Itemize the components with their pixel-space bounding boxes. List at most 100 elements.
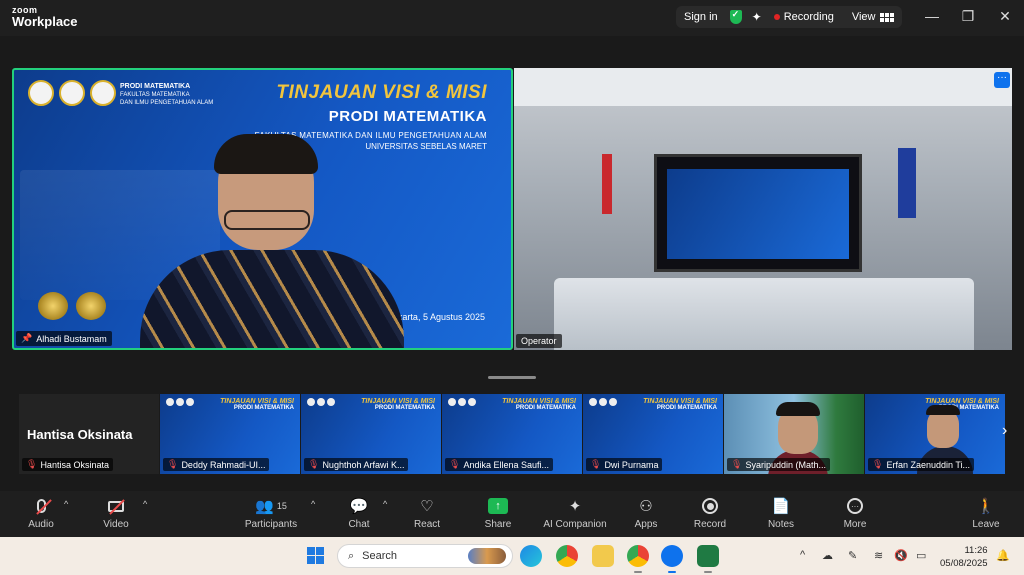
- leave-button[interactable]: 🚶 Leave: [951, 495, 1021, 530]
- file-explorer-icon[interactable]: [592, 545, 614, 567]
- participant-thumbnail[interactable]: TINJAUAN VISI & MISI PRODI MATEMATIKA 🎙 An…: [442, 394, 582, 474]
- speaker-glasses: [224, 210, 310, 230]
- participant-thumbnail[interactable]: Hantisa Oksinata 🎙 Hantisa Oksinata: [19, 394, 159, 474]
- close-button[interactable]: ✕: [995, 8, 1015, 25]
- audio-options-caret[interactable]: ^: [64, 499, 68, 509]
- wifi-icon[interactable]: ≋: [874, 549, 883, 562]
- sign-in-button[interactable]: Sign in: [684, 11, 730, 23]
- participant-strip: Hantisa Oksinata 🎙 Hantisa Oksinata TINJA…: [19, 394, 1005, 474]
- excel-icon[interactable]: [697, 545, 719, 567]
- chrome-icon[interactable]: [556, 545, 578, 567]
- blue-flag: [898, 148, 916, 218]
- chrome-profile-icon[interactable]: [627, 545, 649, 567]
- mic-off-icon: 🎙: [167, 459, 179, 469]
- slide-org-line-2: FAKULTAS MATEMATIKA: [120, 91, 190, 98]
- notifications-icon[interactable]: 🔔: [996, 549, 1010, 562]
- more-button[interactable]: ··· More: [820, 495, 890, 530]
- mini-title-a: TINJAUAN VISI & MISI: [643, 398, 717, 405]
- thumbnail-name-tag: 🎙 Deddy Rahmadi-UI...: [163, 458, 270, 471]
- apps-button[interactable]: ⚇ Apps: [611, 495, 681, 530]
- slide-logos: [28, 80, 116, 106]
- battery-icon[interactable]: ▭: [916, 549, 926, 562]
- award-badges: [38, 292, 106, 320]
- tray-cloud-icon[interactable]: ☁: [822, 549, 833, 562]
- mini-slide-title: TINJAUAN VISI & MISI PRODI MATEMATIKA: [361, 398, 435, 411]
- speaker-hair: [214, 134, 318, 174]
- view-button[interactable]: View: [852, 11, 894, 23]
- tray-overflow-icon[interactable]: ^: [800, 549, 805, 561]
- resize-handle[interactable]: [488, 376, 536, 379]
- taskbar-clock[interactable]: 11:26 05/08/2025: [940, 544, 988, 570]
- tile-more-button[interactable]: ···: [994, 72, 1010, 88]
- mic-off-icon: 🎙: [449, 459, 461, 469]
- participants-options-caret[interactable]: ^: [311, 499, 315, 509]
- ai-companion-button[interactable]: ✦ AI Companion: [540, 495, 610, 530]
- zoom-taskbar-icon[interactable]: [661, 545, 683, 567]
- meeting-toolbar: Audio ^ Video ^ 👥 15 Participants ^ 💬 Cha…: [0, 491, 1024, 537]
- zoom-logo: zoom Workplace: [12, 6, 78, 29]
- ai-sparkle-icon[interactable]: ✦: [752, 10, 762, 24]
- active-speaker-tile[interactable]: PRODI MATEMATIKA FAKULTAS MATEMATIKA DAN…: [12, 68, 513, 350]
- logo-line-2: Workplace: [12, 14, 78, 29]
- slide-org-name: PRODI MATEMATIKA: [120, 83, 191, 90]
- more-label: More: [843, 519, 867, 530]
- leave-label: Leave: [972, 519, 1000, 530]
- thumbnail-name-tag: 🎙 Syaripuddin (Math...: [727, 458, 830, 471]
- participant-name: Operator: [521, 336, 557, 346]
- taskbar-search[interactable]: ⌕ Search: [337, 544, 513, 568]
- volume-muted-icon[interactable]: 🔇: [894, 549, 908, 562]
- edge-icon[interactable]: [520, 545, 542, 567]
- thumbnail-name: Syaripuddin (Math...: [745, 459, 826, 470]
- chevron-right-icon[interactable]: ›: [1002, 422, 1007, 440]
- maximize-button[interactable]: ❐: [958, 8, 978, 25]
- apps-icon: ⚇: [639, 498, 653, 515]
- record-label: Record: [693, 519, 727, 530]
- participants-button[interactable]: 👥 15 Participants: [236, 495, 306, 530]
- encryption-shield-icon[interactable]: [729, 9, 742, 24]
- mic-off-icon: 🎙: [872, 459, 884, 469]
- notes-button[interactable]: 📄 Notes: [746, 495, 816, 530]
- search-label: Search: [362, 550, 398, 562]
- windows-start-icon[interactable]: [307, 547, 324, 564]
- participant-thumbnail[interactable]: 🎙 Syaripuddin (Math...: [724, 394, 864, 474]
- search-icon: ⌕: [348, 549, 355, 562]
- video-options-caret[interactable]: ^: [143, 499, 147, 509]
- mini-title-a: TINJAUAN VISI & MISI: [502, 398, 576, 405]
- video-button[interactable]: Video: [81, 495, 151, 530]
- participant-thumbnail[interactable]: TINJAUAN VISI & MISI PRODI MATEMATIKA 🎙 Er…: [865, 394, 1005, 474]
- minimize-button[interactable]: —: [922, 8, 942, 24]
- slide-program: PRODI MATEMATIKA: [328, 108, 487, 125]
- chat-options-caret[interactable]: ^: [383, 499, 387, 509]
- participants-label: Participants: [244, 519, 298, 530]
- tray-pen-icon[interactable]: ✎: [848, 549, 857, 562]
- thumbnail-name-tag: 🎙 Erfan Zaenuddin Ti...: [868, 458, 974, 471]
- ai-sparkle-icon: ✦: [568, 498, 582, 515]
- participant-hair: [926, 405, 960, 415]
- participant-hair: [776, 402, 820, 416]
- mini-logos: [307, 398, 335, 406]
- operator-tile[interactable]: ··· Operator: [514, 68, 1012, 350]
- thumbnail-name-tag: 🎙 Hantisa Oksinata: [22, 458, 113, 471]
- participant-thumbnail[interactable]: TINJAUAN VISI & MISI PRODI MATEMATIKA 🎙 De…: [160, 394, 300, 474]
- award-badge-icon: [38, 292, 68, 320]
- participant-thumbnail[interactable]: TINJAUAN VISI & MISI PRODI MATEMATIKA 🎙 Nu…: [301, 394, 441, 474]
- participants-icon: 👥: [255, 498, 274, 515]
- mini-logos: [448, 398, 476, 406]
- record-button[interactable]: Record: [675, 495, 745, 530]
- mic-off-icon: 🎙: [590, 459, 602, 469]
- react-button[interactable]: ♡ React: [392, 495, 462, 530]
- recording-indicator[interactable]: Recording: [784, 11, 834, 23]
- room-ceiling: [514, 68, 1012, 106]
- share-button[interactable]: ↑ Share: [463, 495, 533, 530]
- mic-off-icon: 🎙: [26, 459, 38, 469]
- program-logo-icon: [90, 80, 116, 106]
- speaker-video: [132, 134, 412, 348]
- more-icon: ···: [847, 498, 863, 514]
- participant-thumbnail[interactable]: TINJAUAN VISI & MISI PRODI MATEMATIKA 🎙 Dw…: [583, 394, 723, 474]
- recording-dot-icon: [773, 14, 780, 20]
- chat-icon: 💬: [349, 498, 369, 515]
- mini-title-b: PRODI MATEMATIKA: [656, 405, 717, 411]
- mini-title-a: TINJAUAN VISI & MISI: [220, 398, 294, 405]
- thumbnail-name: Deddy Rahmadi-UI...: [181, 459, 266, 470]
- mini-title-b: PRODI MATEMATIKA: [233, 405, 294, 411]
